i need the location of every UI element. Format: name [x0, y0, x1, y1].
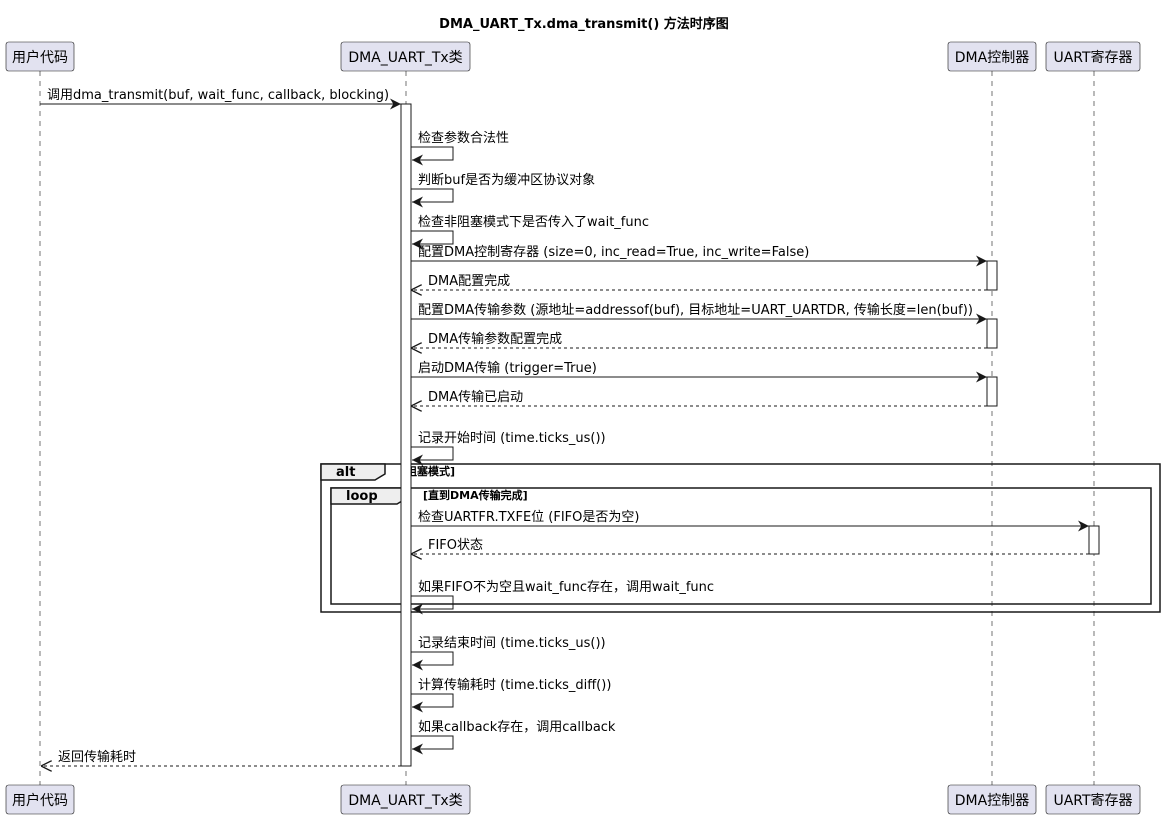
- message-11: 记录开始时间 (time.ticks_us()): [411, 431, 606, 466]
- participant-label: DMA控制器: [955, 50, 1029, 66]
- message-18: 返回传输耗时: [41, 749, 401, 766]
- message-6: DMA配置完成: [411, 274, 987, 290]
- participant-label: UART寄存器: [1053, 49, 1132, 66]
- sequence-diagram: DMA_UART_Tx.dma_transmit() 方法时序图 alt [阻塞模…: [5, 16, 1161, 815]
- participant-label: DMA控制器: [955, 793, 1029, 809]
- participant-dmac-bottom: DMA控制器: [947, 784, 1037, 815]
- message-label: 返回传输耗时: [58, 749, 136, 765]
- message-13: FIFO状态: [411, 538, 1089, 554]
- message-label: 记录结束时间 (time.ticks_us()): [418, 636, 606, 651]
- message-label: 检查UARTFR.TXFE位 (FIFO是否为空): [418, 510, 639, 525]
- activation-bar-dmac: [986, 260, 998, 291]
- message-17: 如果callback存在，调用callback: [411, 719, 616, 755]
- participant-user-bottom: 用户代码: [5, 784, 75, 815]
- message-9: 启动DMA传输 (trigger=True): [411, 360, 987, 383]
- message-label: DMA传输已启动: [428, 389, 523, 405]
- participant-uart-bottom: UART寄存器: [1045, 784, 1141, 815]
- message-3: 判断buf是否为缓冲区协议对象: [411, 173, 595, 208]
- message-label: 检查非阻塞模式下是否传入了wait_func: [418, 214, 649, 230]
- message-label: DMA配置完成: [428, 274, 510, 289]
- fragment-condition: [直到DMA传输完成]: [423, 488, 528, 502]
- fragment-keyword: loop: [346, 489, 378, 504]
- message-label: 启动DMA传输 (trigger=True): [418, 360, 597, 376]
- activation-bar-uart: [1088, 525, 1100, 555]
- participant-dmac-top: DMA控制器: [947, 41, 1037, 72]
- participant-label: 用户代码: [12, 49, 68, 66]
- participant-dma_cls-top: DMA_UART_Tx类: [340, 41, 471, 72]
- participant-dma_cls-bottom: DMA_UART_Tx类: [340, 784, 471, 815]
- participant-user-top: 用户代码: [5, 41, 75, 72]
- message-label: 配置DMA传输参数 (源地址=addressof(buf), 目标地址=UART…: [418, 302, 973, 318]
- message-label: 配置DMA控制寄存器 (size=0, inc_read=True, inc_w…: [418, 244, 809, 260]
- message-label: 如果FIFO不为空且wait_func存在，调用wait_func: [418, 579, 714, 595]
- message-4: 检查非阻塞模式下是否传入了wait_func: [411, 214, 649, 250]
- message-12: 检查UARTFR.TXFE位 (FIFO是否为空): [411, 510, 1089, 532]
- message-label: 检查参数合法性: [418, 130, 509, 146]
- message-1: 调用dma_transmit(buf, wait_func, callback,…: [40, 88, 401, 110]
- message-15: 记录结束时间 (time.ticks_us()): [411, 636, 606, 671]
- message-label: 判断buf是否为缓冲区协议对象: [418, 173, 595, 188]
- message-2: 检查参数合法性: [411, 130, 509, 166]
- message-label: DMA传输参数配置完成: [428, 331, 562, 347]
- message-8: DMA传输参数配置完成: [411, 331, 987, 348]
- message-16: 计算传输耗时 (time.ticks_diff()): [411, 677, 611, 713]
- message-5: 配置DMA控制寄存器 (size=0, inc_read=True, inc_w…: [411, 244, 987, 267]
- fragment-keyword: alt: [336, 465, 355, 480]
- participant-label: UART寄存器: [1053, 792, 1132, 809]
- message-label: FIFO状态: [428, 538, 483, 553]
- message-label: 调用dma_transmit(buf, wait_func, callback,…: [47, 88, 389, 103]
- message-label: 计算传输耗时 (time.ticks_diff()): [418, 677, 611, 693]
- message-label: 记录开始时间 (time.ticks_us()): [418, 431, 606, 446]
- diagram-title: DMA_UART_Tx.dma_transmit() 方法时序图: [439, 16, 729, 32]
- message-10: DMA传输已启动: [411, 389, 987, 406]
- participant-label: 用户代码: [12, 792, 68, 809]
- participant-label: DMA_UART_Tx类: [348, 50, 462, 66]
- activation-bar-dmac: [986, 318, 998, 349]
- participant-uart-top: UART寄存器: [1045, 41, 1141, 72]
- message-label: 如果callback存在，调用callback: [418, 719, 616, 735]
- message-7: 配置DMA传输参数 (源地址=addressof(buf), 目标地址=UART…: [411, 302, 987, 325]
- participant-label: DMA_UART_Tx类: [348, 793, 462, 809]
- activation-bar-dma_cls: [400, 103, 412, 767]
- activation-bar-dmac: [986, 376, 998, 407]
